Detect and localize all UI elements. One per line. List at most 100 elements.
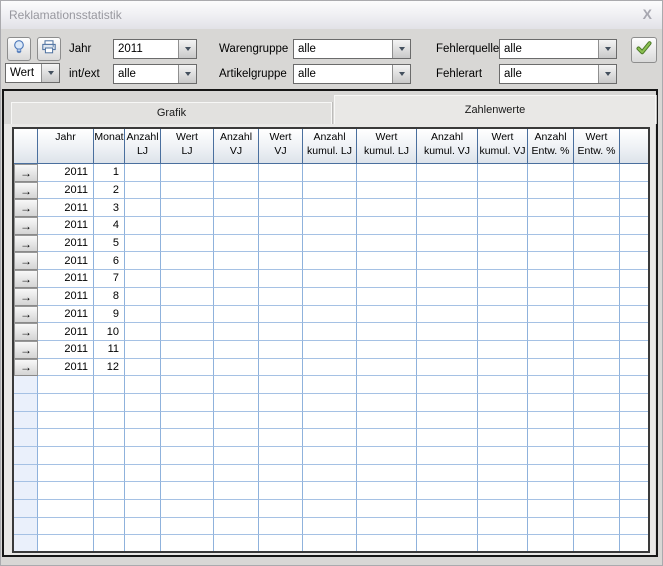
table-cell[interactable]: [125, 340, 161, 359]
table-cell[interactable]: [161, 164, 214, 182]
table-cell[interactable]: [528, 287, 574, 306]
tab-zahlenwerte[interactable]: Zahlenwerte: [334, 95, 656, 124]
table-cell[interactable]: [620, 270, 648, 288]
table-cell[interactable]: [303, 358, 357, 377]
table-cell[interactable]: [478, 217, 528, 235]
row-marker[interactable]: →: [14, 252, 38, 271]
table-cell[interactable]: 12: [94, 358, 125, 377]
table-cell[interactable]: [478, 234, 528, 253]
table-cell[interactable]: [214, 199, 259, 218]
table-cell[interactable]: [528, 358, 574, 377]
table-cell[interactable]: [303, 270, 357, 288]
table-cell[interactable]: [214, 270, 259, 288]
table-cell[interactable]: [259, 199, 303, 218]
table-cell[interactable]: [161, 305, 214, 324]
table-cell[interactable]: [125, 270, 161, 288]
table-cell[interactable]: [259, 217, 303, 235]
table-cell[interactable]: [574, 323, 620, 341]
table-cell[interactable]: [478, 287, 528, 306]
table-cell[interactable]: 7: [94, 270, 125, 288]
table-cell[interactable]: [357, 340, 417, 359]
table-cell[interactable]: [214, 252, 259, 271]
table-cell[interactable]: 6: [94, 252, 125, 271]
warengruppe-select[interactable]: alle: [293, 39, 411, 59]
table-cell[interactable]: [303, 340, 357, 359]
table-cell[interactable]: [620, 323, 648, 341]
table-cell[interactable]: [528, 305, 574, 324]
table-cell[interactable]: [125, 358, 161, 377]
table-cell[interactable]: 8: [94, 287, 125, 306]
table-cell[interactable]: 2: [94, 181, 125, 200]
table-cell[interactable]: [161, 270, 214, 288]
table-cell[interactable]: 9: [94, 305, 125, 324]
table-cell[interactable]: [259, 270, 303, 288]
table-cell[interactable]: [478, 199, 528, 218]
table-cell[interactable]: [259, 252, 303, 271]
table-cell[interactable]: [259, 305, 303, 324]
table-cell[interactable]: [417, 305, 478, 324]
table-cell[interactable]: [161, 323, 214, 341]
table-cell[interactable]: [161, 234, 214, 253]
table-cell[interactable]: [161, 217, 214, 235]
table-cell[interactable]: [303, 181, 357, 200]
table-cell[interactable]: [357, 217, 417, 235]
apply-button[interactable]: [631, 37, 657, 63]
int-ext-select[interactable]: alle: [113, 64, 197, 84]
table-cell[interactable]: [357, 287, 417, 306]
table-cell[interactable]: [214, 305, 259, 324]
table-cell[interactable]: [574, 340, 620, 359]
table-cell[interactable]: [161, 287, 214, 306]
table-cell[interactable]: [357, 252, 417, 271]
table-cell[interactable]: [357, 181, 417, 200]
table-cell[interactable]: [125, 181, 161, 200]
table-cell[interactable]: [528, 340, 574, 359]
row-marker[interactable]: →: [14, 199, 38, 218]
table-cell[interactable]: 4: [94, 217, 125, 235]
table-cell[interactable]: 2011: [38, 164, 94, 182]
table-cell[interactable]: [620, 358, 648, 377]
fehlerquelle-select[interactable]: alle: [499, 39, 617, 59]
table-cell[interactable]: [303, 287, 357, 306]
table-cell[interactable]: [259, 340, 303, 359]
row-marker[interactable]: →: [14, 234, 38, 253]
table-cell[interactable]: [125, 164, 161, 182]
table-cell[interactable]: [478, 270, 528, 288]
table-cell[interactable]: [620, 340, 648, 359]
chevron-down-icon[interactable]: [41, 64, 59, 82]
table-cell[interactable]: [214, 323, 259, 341]
table-cell[interactable]: [125, 323, 161, 341]
table-cell[interactable]: 2011: [38, 358, 94, 377]
row-marker[interactable]: →: [14, 164, 38, 182]
table-cell[interactable]: [574, 305, 620, 324]
table-cell[interactable]: [303, 252, 357, 271]
table-cell[interactable]: [528, 252, 574, 271]
table-cell[interactable]: [303, 199, 357, 218]
table-cell[interactable]: [528, 270, 574, 288]
table-cell[interactable]: [574, 252, 620, 271]
artikelgruppe-select[interactable]: alle: [293, 64, 411, 84]
table-cell[interactable]: [574, 199, 620, 218]
table-cell[interactable]: [417, 358, 478, 377]
row-marker[interactable]: →: [14, 287, 38, 306]
table-cell[interactable]: [303, 164, 357, 182]
table-cell[interactable]: [528, 323, 574, 341]
close-button[interactable]: X: [643, 6, 652, 22]
table-cell[interactable]: [620, 234, 648, 253]
table-cell[interactable]: 2011: [38, 181, 94, 200]
table-cell[interactable]: [303, 323, 357, 341]
table-cell[interactable]: [259, 323, 303, 341]
table-cell[interactable]: [214, 217, 259, 235]
table-cell[interactable]: [259, 287, 303, 306]
table-cell[interactable]: [574, 358, 620, 377]
table-cell[interactable]: 2011: [38, 340, 94, 359]
row-marker[interactable]: →: [14, 181, 38, 200]
table-cell[interactable]: [417, 199, 478, 218]
table-cell[interactable]: 5: [94, 234, 125, 253]
table-cell[interactable]: [620, 199, 648, 218]
table-cell[interactable]: [357, 305, 417, 324]
table-cell[interactable]: [214, 358, 259, 377]
table-cell[interactable]: [214, 181, 259, 200]
table-cell[interactable]: [214, 164, 259, 182]
table-cell[interactable]: [161, 199, 214, 218]
table-cell[interactable]: [620, 287, 648, 306]
